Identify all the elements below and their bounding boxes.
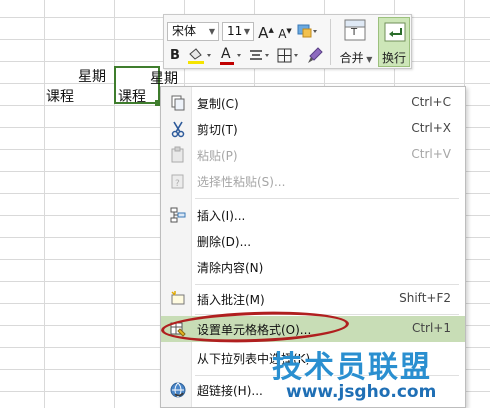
paste-icon: [171, 146, 184, 163]
grow-font-icon: A: [258, 24, 269, 42]
bold-button[interactable]: B: [168, 47, 182, 65]
cell-style-button[interactable]: [297, 23, 319, 39]
cell-course-label: 课程: [46, 89, 74, 105]
menu-item-paste-special[interactable]: ? 选择性粘贴(S)...: [161, 168, 465, 194]
chevron-down-icon: ▼: [243, 27, 250, 36]
svg-text:T: T: [350, 27, 358, 38]
watermark-url: www.jsgho.com: [286, 382, 437, 402]
menu-item-insert[interactable]: 插入(I)...: [161, 202, 465, 228]
scissors-icon: [171, 121, 185, 138]
paint-bucket-icon: [188, 48, 211, 64]
wrap-text-icon: [384, 22, 406, 42]
align-button[interactable]: [248, 46, 272, 66]
wrap-label: 换行: [381, 51, 406, 65]
merge-label[interactable]: 合并 ▼: [336, 49, 376, 65]
chevron-down-icon: ▼: [363, 55, 373, 64]
cell-style-icon: [297, 24, 317, 38]
menu-item-insert-comment[interactable]: 插入批注(M) Shift+F2: [161, 286, 465, 312]
chevron-down-icon: [220, 54, 241, 65]
borders-icon: [277, 48, 298, 63]
svg-text:?: ?: [175, 179, 180, 189]
comment-icon: [171, 291, 185, 305]
font-name-dropdown[interactable]: 宋体 ▼: [167, 22, 219, 41]
menu-item-clear-contents[interactable]: 清除内容(N): [161, 254, 465, 280]
hyperlink-icon: [170, 382, 186, 398]
format-painter-button[interactable]: [306, 46, 324, 66]
grow-font-button[interactable]: A▲: [258, 21, 274, 42]
merge-cells-button[interactable]: T: [344, 19, 366, 41]
menu-item-paste[interactable]: 粘贴(P) Ctrl+V: [161, 142, 465, 168]
chevron-down-icon: ▼: [208, 27, 215, 36]
font-size-value: 11: [227, 24, 243, 38]
align-center-icon: [250, 50, 269, 60]
menu-item-copy[interactable]: 复制(C) Ctrl+C: [161, 90, 465, 116]
selected-cell-week: 星期: [150, 71, 178, 87]
cell-week-label: 星期: [78, 69, 106, 85]
menu-item-delete[interactable]: 删除(D)...: [161, 228, 465, 254]
insert-icon: [170, 207, 186, 223]
bold-icon: B: [170, 48, 180, 63]
borders-button[interactable]: [276, 46, 302, 66]
selected-cell-course: 课程: [118, 89, 146, 105]
fill-color-button[interactable]: [186, 46, 214, 66]
merge-cells-icon: T: [344, 19, 366, 41]
watermark-title: 技术员联盟: [272, 350, 432, 385]
copy-icon: [171, 95, 185, 111]
font-name-value: 宋体: [172, 24, 197, 38]
paste-special-icon: ?: [171, 174, 184, 189]
shrink-font-button[interactable]: A▼: [277, 22, 293, 42]
font-size-dropdown[interactable]: 11 ▼: [222, 22, 254, 41]
format-painter-icon: [308, 47, 323, 63]
menu-item-cut[interactable]: 剪切(T) Ctrl+X: [161, 116, 465, 142]
mini-toolbar: 宋体 ▼ 11 ▼ A▲ A▼ T 合并 ▼ 换行 B A: [163, 14, 412, 69]
selected-cell[interactable]: 星期 课程: [114, 66, 178, 105]
font-color-button[interactable]: A: [218, 46, 244, 66]
wrap-text-button[interactable]: 换行: [378, 17, 410, 67]
